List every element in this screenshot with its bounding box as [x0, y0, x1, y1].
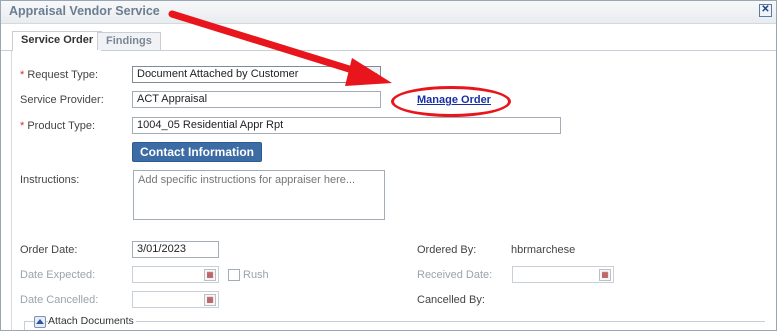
ordered-by-label: Ordered By:	[417, 244, 477, 256]
instructions-textarea[interactable]	[133, 170, 385, 220]
dialog-title: Appraisal Vendor Service	[9, 4, 160, 18]
date-cancelled-label: Date Cancelled:	[20, 294, 99, 306]
service-order-panel	[11, 51, 776, 330]
appraisal-vendor-dialog: Appraisal Vendor Service ✕ Service Order…	[0, 0, 777, 331]
cancelled-by-label: Cancelled By:	[417, 294, 485, 306]
attach-documents-legend: Attach Documents	[48, 315, 136, 327]
service-provider-field[interactable]: ACT Appraisal	[132, 91, 381, 108]
dialog-titlebar: Appraisal Vendor Service ✕	[1, 1, 776, 24]
calendar-icon[interactable]: ▦	[204, 294, 216, 306]
product-type-label: * Product Type:	[20, 120, 96, 132]
date-cancelled-field[interactable]: ▦	[132, 291, 219, 308]
rush-checkbox[interactable]	[228, 269, 240, 281]
collapse-toggle-icon[interactable]	[34, 316, 46, 328]
rush-label: Rush	[243, 269, 269, 281]
date-expected-label: Date Expected:	[20, 269, 96, 281]
chevron-down-icon[interactable]	[365, 67, 380, 82]
request-type-label: * Request Type:	[20, 69, 99, 81]
tab-bar: Service Order Findings	[1, 30, 776, 51]
product-type-field[interactable]: 1004_05 Residential Appr Rpt	[132, 117, 561, 134]
received-date-label: Received Date:	[417, 269, 493, 281]
service-provider-label: Service Provider:	[20, 94, 104, 106]
close-icon[interactable]: ✕	[759, 4, 772, 17]
contact-information-button[interactable]: Contact Information	[132, 142, 262, 162]
order-date-field[interactable]: 3/01/2023	[132, 241, 219, 258]
date-expected-field[interactable]: ▦	[132, 266, 219, 283]
order-date-label: Order Date:	[20, 244, 78, 256]
highlight-ellipse	[391, 86, 511, 117]
ordered-by-value: hbrmarchese	[511, 244, 576, 256]
tab-service-order[interactable]: Service Order	[12, 31, 103, 51]
tab-findings[interactable]: Findings	[97, 32, 161, 50]
request-type-select[interactable]: Document Attached by Customer	[132, 66, 381, 83]
instructions-label: Instructions:	[20, 174, 80, 186]
calendar-icon[interactable]: ▦	[599, 269, 611, 281]
received-date-field[interactable]: ▦	[512, 266, 614, 283]
calendar-icon[interactable]: ▦	[204, 269, 216, 281]
